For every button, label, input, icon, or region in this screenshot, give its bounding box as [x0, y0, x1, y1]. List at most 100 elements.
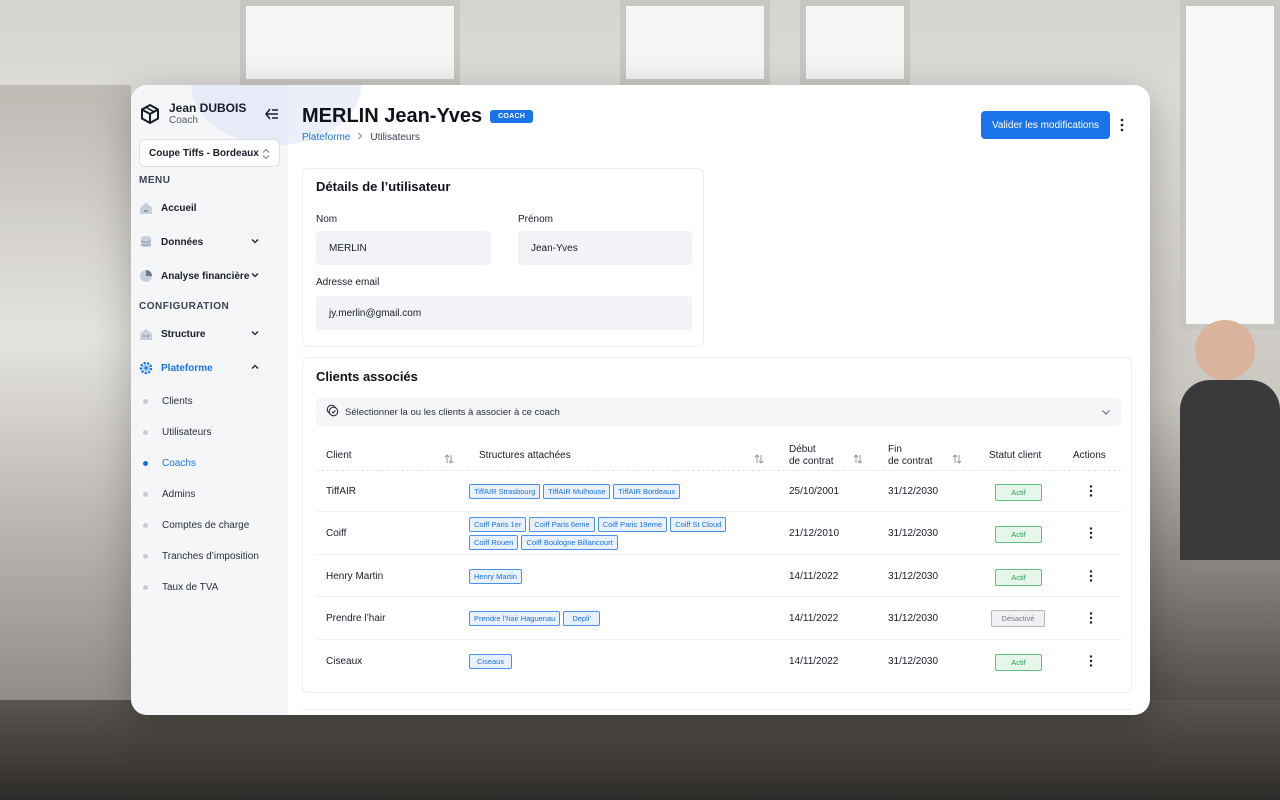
chevron-down-icon	[250, 270, 260, 280]
status-badge: Actif	[995, 484, 1042, 501]
structure-tag: Henry Martin	[469, 569, 522, 584]
chevron-down-icon	[250, 236, 260, 246]
column-header-fin-line1: Fin	[888, 444, 902, 455]
user-details-card: Détails de l’utilisateur Nom MERLIN Prén…	[302, 168, 704, 347]
cell-debut: 25/10/2001	[789, 486, 840, 497]
row-actions-icon[interactable]	[1086, 611, 1096, 625]
prenom-label: Prénom	[518, 214, 554, 225]
save-changes-button[interactable]: Valider les modifications	[981, 111, 1110, 139]
menu-section-title: MENU	[139, 175, 171, 186]
sidebar-subitem-coachs[interactable]: Coachs	[143, 454, 196, 472]
cell-debut: 14/11/2022	[789, 656, 839, 667]
background-person-head	[1195, 320, 1255, 380]
database-icon	[139, 235, 153, 249]
configuration-section-title: CONFIGURATION	[139, 301, 230, 312]
associated-clients-heading: Clients associés	[316, 369, 418, 384]
sidebar-item-donnees[interactable]: Données	[139, 231, 280, 253]
structures-tags: Henry Martin	[469, 569, 749, 584]
cell-fin: 31/12/2030	[888, 486, 939, 497]
row-divider	[316, 596, 1121, 597]
background-person-body	[1180, 380, 1280, 560]
nom-field[interactable]: MERLIN	[316, 231, 491, 265]
more-options-icon[interactable]	[1116, 117, 1128, 133]
structure-tag: Ciseaux	[469, 654, 513, 669]
app-window: Jean DUBOIS Coach Coupe Tiffs - Bordeaux…	[131, 85, 1150, 715]
building-icon	[139, 327, 153, 341]
client-multiselect[interactable]: Sélectionner la ou les clients à associe…	[316, 398, 1121, 426]
column-header-fin[interactable]: Fin de contrat	[888, 444, 932, 468]
bullet-dot	[143, 491, 148, 497]
breadcrumb-current: Utilisateurs	[370, 132, 420, 143]
cell-fin: 31/12/2030	[888, 571, 939, 582]
sidebar-item-structure[interactable]: Structure	[139, 323, 280, 345]
sidebar-item-plateforme[interactable]: Plateforme	[139, 357, 280, 379]
column-header-statut: Statut client	[989, 450, 1042, 461]
associated-clients-card: Clients associés Sélectionner la ou les …	[302, 357, 1132, 693]
column-header-client[interactable]: Client	[326, 450, 352, 462]
user-name: Jean DUBOIS	[169, 101, 247, 115]
sidebar-item-label: Plateforme	[161, 362, 213, 374]
structure-tag: Coiff Boulogne Billancourt	[521, 535, 618, 550]
row-actions-icon[interactable]	[1086, 569, 1096, 583]
bullet-dot	[143, 522, 148, 528]
structure-tag: TiffAIR Bordeaux	[613, 484, 681, 499]
cell-client: Coiff	[326, 528, 347, 539]
sort-icon[interactable]	[952, 451, 962, 464]
structures-tags: Ciseaux	[469, 654, 749, 669]
cell-client: TiffAIR	[326, 486, 357, 497]
column-header-structures[interactable]: Structures attachées	[479, 450, 571, 462]
sidebar-subitem-label: Taux de TVA	[162, 581, 219, 593]
sidebar-subitem-comptes-de-charge[interactable]: Comptes de charge	[143, 516, 249, 534]
sidebar-subitem-label: Coachs	[162, 457, 196, 469]
structures-tags: Coiff Paris 1er Coiff Paris 6eme Coiff P…	[469, 517, 739, 550]
background-wall-left	[0, 85, 131, 715]
sidebar-item-analyse[interactable]: Analyse financière	[139, 265, 280, 287]
column-header-debut[interactable]: Début de contrat	[789, 444, 833, 468]
column-header-actions: Actions	[1073, 450, 1106, 461]
sidebar-subitem-taux-tva[interactable]: Taux de TVA	[143, 578, 218, 596]
next-section-edge	[302, 709, 1132, 715]
structure-tag: Prendre l’hair Haguenau	[469, 611, 561, 626]
sidebar-item-label: Accueil	[161, 202, 197, 214]
sidebar-subitem-label: Admins	[162, 488, 196, 500]
main-content: MERLIN Jean-Yves COACH Plateforme Utilis…	[288, 85, 1150, 715]
row-actions-icon[interactable]	[1086, 484, 1096, 498]
sort-icon[interactable]	[444, 451, 454, 464]
prenom-field[interactable]: Jean-Yves	[518, 231, 692, 265]
page-title-text: MERLIN Jean-Yves	[302, 105, 483, 127]
user-profile: Jean DUBOIS Coach	[139, 101, 246, 127]
row-actions-icon[interactable]	[1086, 526, 1096, 540]
sidebar-item-accueil[interactable]: Accueil	[139, 197, 280, 219]
sidebar-subitem-clients[interactable]: Clients	[143, 392, 193, 410]
structure-tag: TiffAIR Strasbourg	[469, 484, 541, 499]
client-multiselect-placeholder: Sélectionner la ou les clients à associe…	[345, 406, 560, 418]
sidebar-subitem-label: Clients	[162, 395, 193, 407]
cell-fin: 31/12/2030	[888, 613, 939, 624]
site-select[interactable]: Coupe Tiffs - Bordeaux	[139, 139, 280, 167]
sidebar-subitem-label: Utilisateurs	[162, 426, 212, 438]
home-icon	[139, 201, 153, 215]
sort-icon[interactable]	[754, 451, 764, 464]
sidebar-item-label: Structure	[161, 328, 206, 340]
background-window	[620, 0, 770, 85]
sort-icon[interactable]	[853, 451, 863, 464]
pie-chart-icon	[139, 269, 153, 283]
cell-fin: 31/12/2030	[888, 528, 939, 539]
structure-tag: TiffAIR Mulhouse	[543, 484, 611, 499]
sidebar-subitem-tranches-imposition[interactable]: Tranches d’imposition	[143, 547, 259, 565]
nom-label: Nom	[316, 214, 338, 225]
structures-tags: TiffAIR Strasbourg TiffAIR Mulhouse Tiff…	[469, 484, 749, 499]
updown-chevron-icon	[261, 148, 271, 160]
breadcrumb-link-plateforme[interactable]: Plateforme	[302, 132, 350, 143]
sidebar: Jean DUBOIS Coach Coupe Tiffs - Bordeaux…	[131, 85, 361, 715]
bullet-dot	[143, 429, 148, 435]
cube-logo-icon	[139, 103, 161, 125]
row-divider	[316, 511, 1121, 512]
cell-client: Prendre l’hair	[326, 613, 386, 624]
bullet-dot	[143, 584, 148, 590]
sidebar-subitem-utilisateurs[interactable]: Utilisateurs	[143, 423, 211, 441]
row-actions-icon[interactable]	[1086, 654, 1096, 668]
collapse-sidebar-icon[interactable]	[263, 106, 279, 122]
email-field[interactable]: jy.merlin@gmail.com	[316, 296, 692, 330]
sidebar-subitem-admins[interactable]: Admins	[143, 485, 195, 503]
